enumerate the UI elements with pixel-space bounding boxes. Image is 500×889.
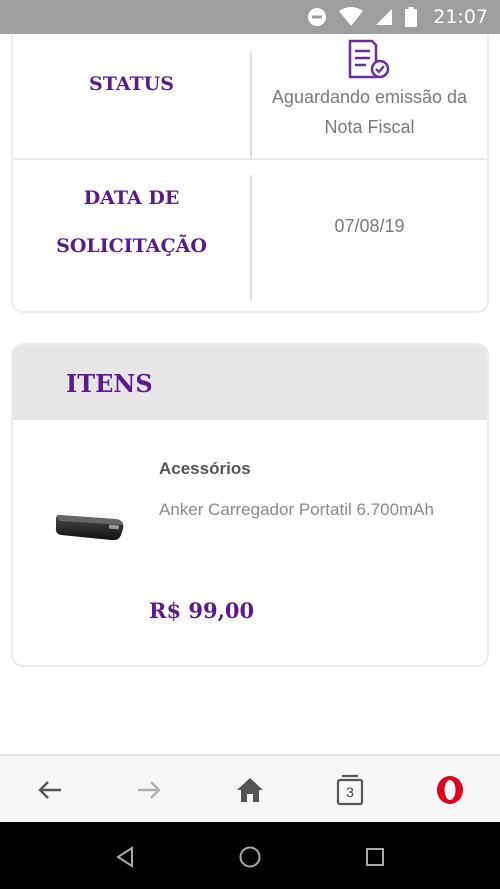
home-button[interactable] (230, 770, 270, 810)
nav-recents-button[interactable] (360, 842, 390, 872)
status-row: STATUS Aguardando emissão da Nota Fiscal (13, 34, 487, 158)
opera-logo-icon (437, 776, 463, 804)
arrow-right-icon (138, 781, 161, 799)
signal-icon (375, 8, 393, 26)
triangle-back-icon (116, 846, 133, 868)
date-value: 07/08/19 (334, 216, 405, 236)
item-price: R$ 99,00 (149, 598, 255, 623)
items-header: ITENS (13, 345, 487, 420)
arrow-left-icon (38, 781, 61, 799)
items-title: ITENS (66, 369, 153, 398)
browser-toolbar: 3 (0, 754, 500, 822)
status-value: Aguardando emissão da Nota Fiscal (271, 87, 468, 137)
order-info-card: STATUS Aguardando emissão da Nota Fiscal… (11, 34, 489, 313)
status-label: STATUS (89, 73, 174, 95)
date-label-line2: SOLICITAÇÃO (56, 235, 207, 257)
item-name: Anker Carregador Portatil 6.700mAh (159, 500, 434, 519)
date-row: DATA DE SOLICITAÇÃO 07/08/19 (13, 158, 487, 313)
nav-back-button[interactable] (110, 842, 140, 872)
order-detail-content[interactable]: STATUS Aguardando emissão da Nota Fiscal… (0, 34, 500, 754)
product-image[interactable] (53, 505, 129, 545)
tabs-button[interactable]: 3 (330, 770, 370, 810)
status-bar: 21:07 (0, 0, 500, 34)
home-icon (237, 778, 263, 802)
back-button[interactable] (30, 770, 70, 810)
battery-icon (405, 7, 418, 27)
square-recents-icon (366, 848, 384, 866)
invoice-icon (346, 39, 392, 81)
android-nav-bar (0, 822, 500, 889)
item-category: Acessórios (159, 459, 251, 478)
date-label: DATA DE SOLICITAÇÃO (13, 174, 250, 270)
forward-button[interactable] (129, 770, 169, 810)
date-label-line1: DATA DE (83, 187, 180, 209)
wifi-icon (339, 7, 364, 27)
opera-menu-button[interactable] (430, 770, 470, 810)
clock: 21:07 (433, 6, 488, 28)
items-card: ITENS Acessórios Anker Carregador Portat… (11, 343, 489, 667)
circle-home-icon (239, 846, 261, 868)
do-not-disturb-icon (307, 7, 327, 27)
nav-home-button[interactable] (235, 842, 265, 872)
tabs-count: 3 (346, 783, 354, 800)
